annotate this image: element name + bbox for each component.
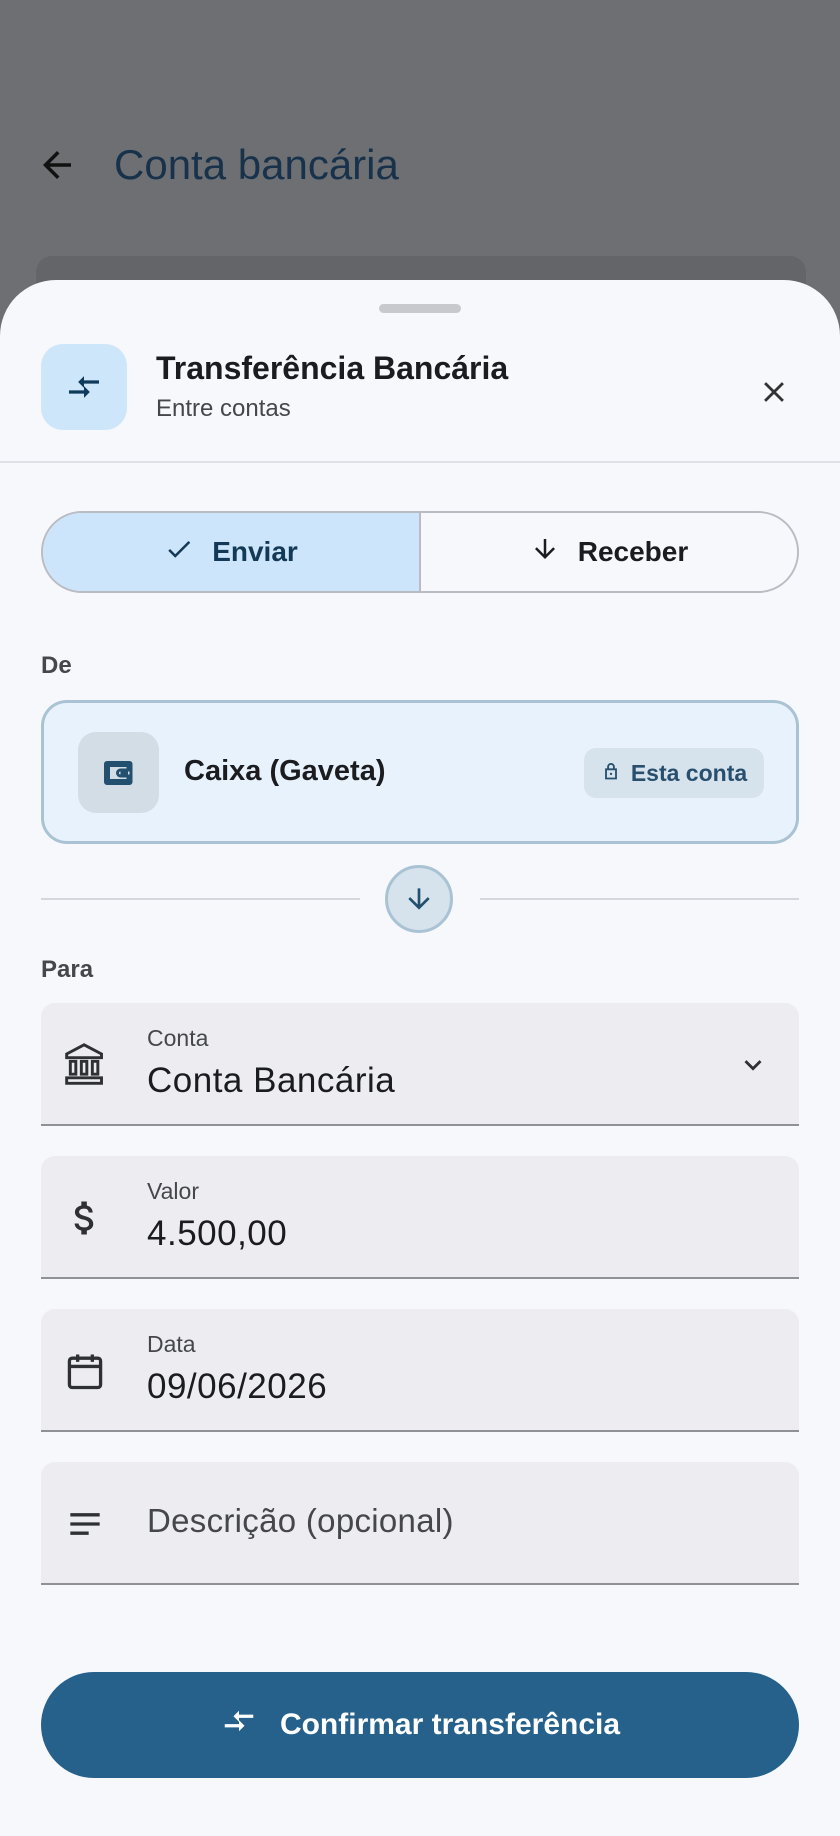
from-section-label: De bbox=[41, 652, 72, 679]
account-field-value: Conta Bancária bbox=[147, 1061, 396, 1100]
segment-receive[interactable]: Receber bbox=[421, 513, 797, 591]
date-field-value: 09/06/2026 bbox=[147, 1367, 328, 1406]
chevron-down-icon[interactable] bbox=[729, 1041, 777, 1089]
transfer-arrows-icon bbox=[220, 1702, 258, 1748]
arrow-down-icon bbox=[530, 534, 560, 571]
transfer-bottom-sheet: Transferência Bancária Entre contas Envi… bbox=[0, 280, 840, 1836]
amount-field-label: Valor bbox=[147, 1178, 199, 1204]
current-account-chip-label: Esta conta bbox=[630, 759, 748, 786]
segment-send[interactable]: Enviar bbox=[43, 513, 421, 591]
check-icon bbox=[164, 534, 194, 571]
date-field-label: Data bbox=[147, 1331, 196, 1357]
calendar-icon bbox=[61, 1347, 109, 1395]
wallet-icon bbox=[78, 732, 159, 813]
transfer-arrows-icon bbox=[41, 344, 127, 430]
dollar-icon bbox=[61, 1194, 109, 1242]
confirm-transfer-button[interactable]: Confirmar transferência bbox=[41, 1672, 799, 1778]
lock-icon bbox=[601, 760, 621, 787]
description-placeholder: Descrição (opcional) bbox=[147, 1502, 454, 1539]
description-field[interactable]: Descrição (opcional) bbox=[41, 1462, 799, 1585]
sheet-title: Transferência Bancária bbox=[156, 350, 509, 386]
bank-icon bbox=[61, 1041, 109, 1089]
from-account-card: Caixa (Gaveta) Esta conta bbox=[41, 700, 799, 844]
account-select[interactable]: Conta Conta Bancária bbox=[41, 1003, 799, 1126]
notes-lines-icon bbox=[61, 1500, 109, 1548]
back-arrow-icon[interactable] bbox=[36, 144, 78, 186]
segment-receive-label: Receber bbox=[577, 536, 689, 567]
date-field[interactable]: Data 09/06/2026 bbox=[41, 1309, 799, 1432]
divider-right bbox=[480, 898, 799, 900]
from-account-name: Caixa (Gaveta) bbox=[184, 755, 386, 787]
amount-field[interactable]: Valor 4.500,00 bbox=[41, 1156, 799, 1279]
direction-segmented-control: Enviar Receber bbox=[41, 511, 799, 593]
sheet-drag-handle[interactable] bbox=[379, 304, 461, 313]
header-divider bbox=[0, 461, 840, 463]
segment-send-label: Enviar bbox=[212, 536, 298, 567]
account-field-label: Conta bbox=[147, 1025, 209, 1051]
current-account-chip: Esta conta bbox=[584, 748, 764, 798]
divider-left bbox=[41, 898, 360, 900]
direction-arrow-down-icon bbox=[385, 865, 453, 933]
background-page-title: Conta bancária bbox=[114, 141, 399, 188]
close-icon[interactable] bbox=[750, 368, 798, 416]
sheet-subtitle: Entre contas bbox=[156, 395, 291, 422]
amount-field-value: 4.500,00 bbox=[147, 1214, 288, 1253]
confirm-transfer-label: Confirmar transferência bbox=[279, 1708, 621, 1741]
to-section-label: Para bbox=[41, 956, 94, 983]
